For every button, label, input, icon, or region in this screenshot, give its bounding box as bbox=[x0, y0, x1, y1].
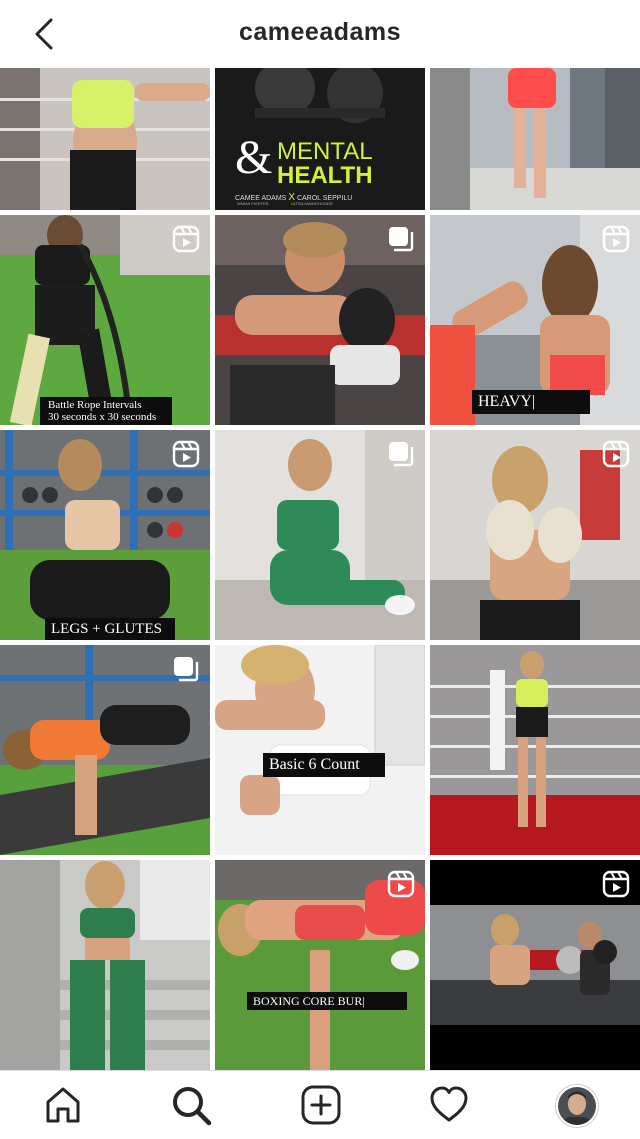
carousel-icon bbox=[389, 442, 414, 467]
heart-icon bbox=[430, 1086, 468, 1122]
post-credits-sub: WMMA FIGHTER ULTRA MARATHONER bbox=[237, 201, 417, 206]
post-thumbnail bbox=[0, 860, 210, 1070]
reel-icon bbox=[172, 225, 200, 253]
post-thumbnail bbox=[215, 645, 425, 855]
post-tile[interactable] bbox=[0, 645, 210, 855]
post-caption: LEGS + GLUTES bbox=[45, 618, 175, 640]
post-tile[interactable]: & MENTAL HEALTH CAMEE ADAMS X CAROL SEPP… bbox=[215, 68, 425, 210]
tab-search[interactable] bbox=[170, 1084, 212, 1126]
post-thumbnail bbox=[430, 68, 640, 210]
post-tile[interactable]: Basic 6 Count bbox=[215, 645, 425, 855]
credit-sub-left: WMMA FIGHTER bbox=[237, 201, 269, 206]
post-tile[interactable] bbox=[430, 430, 640, 640]
post-tile[interactable] bbox=[215, 430, 425, 640]
reel-icon bbox=[172, 440, 200, 468]
post-thumbnail bbox=[0, 68, 210, 210]
bottom-tab-bar bbox=[0, 1070, 640, 1139]
credit-sub-right: ULTRA MARATHONER bbox=[290, 201, 333, 206]
reel-icon bbox=[387, 870, 415, 898]
reel-icon bbox=[602, 225, 630, 253]
caption-line2: 30 seconds x 30 seconds bbox=[48, 411, 157, 423]
post-tile[interactable]: HEAVY| bbox=[430, 215, 640, 425]
tab-home[interactable] bbox=[42, 1084, 84, 1126]
tab-activity[interactable] bbox=[428, 1084, 470, 1126]
post-caption: HEAVY| bbox=[472, 390, 590, 414]
search-icon bbox=[173, 1087, 212, 1126]
post-tile[interactable] bbox=[215, 215, 425, 425]
post-tile[interactable] bbox=[430, 645, 640, 855]
post-thumbnail bbox=[430, 645, 640, 855]
reel-icon bbox=[602, 870, 630, 898]
profile-username: cameeadams bbox=[238, 18, 402, 46]
tab-new-post[interactable] bbox=[300, 1084, 342, 1126]
carousel-icon bbox=[174, 657, 199, 682]
reel-icon bbox=[602, 440, 630, 468]
caption-line1: Battle Rope Intervals bbox=[48, 399, 142, 411]
post-caption: BOXING CORE BUR| bbox=[247, 992, 407, 1010]
tab-profile[interactable] bbox=[556, 1085, 598, 1127]
post-grid: & MENTAL HEALTH CAMEE ADAMS X CAROL SEPP… bbox=[0, 68, 640, 1070]
post-tile[interactable] bbox=[430, 68, 640, 210]
post-title-amp: & bbox=[235, 131, 273, 184]
post-caption: Basic 6 Count bbox=[263, 753, 385, 777]
header: cameeadams bbox=[0, 0, 640, 68]
plus-square-icon bbox=[301, 1085, 341, 1125]
post-title-line1: MENTAL bbox=[277, 138, 373, 165]
home-icon bbox=[46, 1087, 80, 1123]
post-caption: Battle Rope Intervals 30 seconds x 30 se… bbox=[40, 397, 172, 425]
post-tile[interactable]: LEGS + GLUTES bbox=[0, 430, 210, 640]
post-tile[interactable]: BOXING CORE BUR| bbox=[215, 860, 425, 1070]
post-tile[interactable] bbox=[0, 68, 210, 210]
post-tile[interactable] bbox=[430, 860, 640, 1070]
post-tile[interactable]: Battle Rope Intervals 30 seconds x 30 se… bbox=[0, 215, 210, 425]
profile-avatar bbox=[558, 1087, 596, 1125]
post-tile[interactable] bbox=[0, 860, 210, 1070]
post-title-line2: HEALTH bbox=[277, 162, 373, 189]
carousel-icon bbox=[389, 227, 414, 252]
